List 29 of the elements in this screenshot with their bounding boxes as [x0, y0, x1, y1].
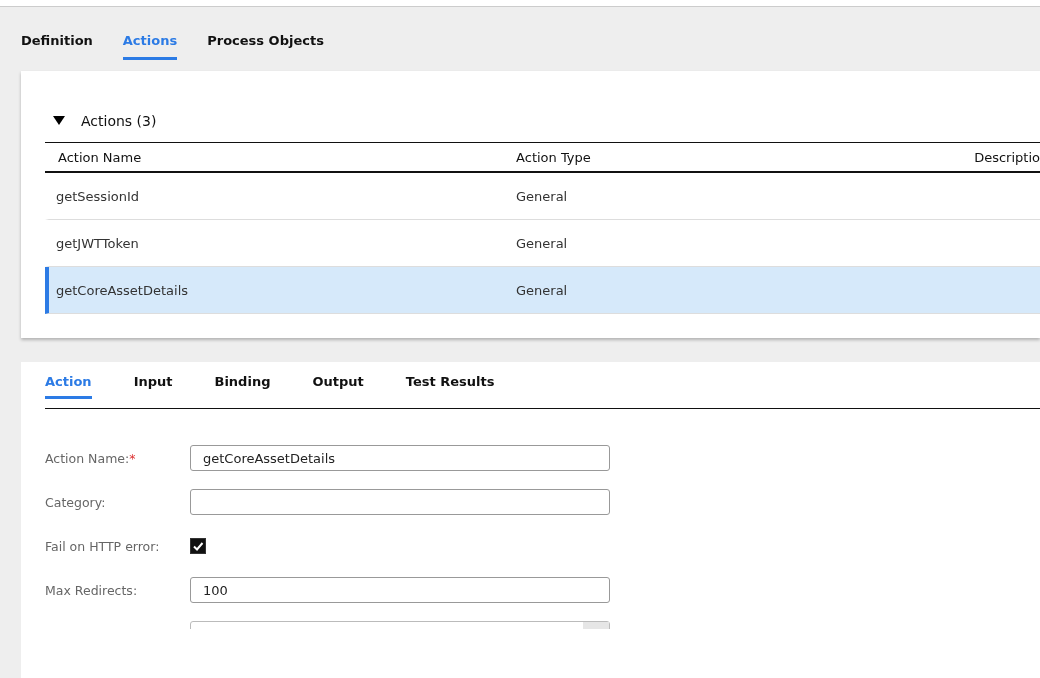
column-header: Action Name [57, 149, 143, 165]
table-cell-text: General [515, 282, 569, 298]
table-row[interactable]: getCoreAssetDetails General [45, 267, 1040, 314]
table-cell-text: General [515, 188, 569, 204]
collapse-triangle-icon[interactable] [53, 116, 65, 126]
field-label: Max Redirects: [45, 582, 139, 598]
tab[interactable]: Test Results [405, 372, 495, 399]
field-label: Action Name:* [45, 450, 137, 466]
tab[interactable]: Actions [122, 31, 178, 60]
section-title: Actions (3) [81, 113, 157, 129]
table-cell-text: getJWTToken [55, 235, 140, 251]
tab[interactable]: Input [133, 372, 173, 399]
checkbox[interactable] [190, 538, 206, 554]
input-field[interactable]: getCoreAssetDetails [190, 445, 610, 471]
field-label: Fail on HTTP error: [45, 538, 161, 554]
tab[interactable]: Output [312, 372, 364, 399]
input-field[interactable]: 100 [190, 577, 610, 603]
tab[interactable]: Process Objects [207, 31, 324, 60]
tab[interactable]: Binding [214, 372, 271, 399]
field-label: Category: [45, 494, 107, 510]
tab[interactable]: Definition [21, 31, 93, 60]
table-cell-text: getCoreAssetDetails [55, 282, 190, 298]
input-field[interactable] [190, 489, 610, 515]
column-header: Action Type [515, 149, 592, 165]
table-cell-text: getSessionId [55, 188, 141, 204]
table-row[interactable]: getSessionId General [45, 173, 1040, 220]
table-cell-text: General [515, 235, 569, 251]
tab[interactable]: Action [45, 372, 92, 399]
column-header: Descriptio [973, 149, 1040, 165]
